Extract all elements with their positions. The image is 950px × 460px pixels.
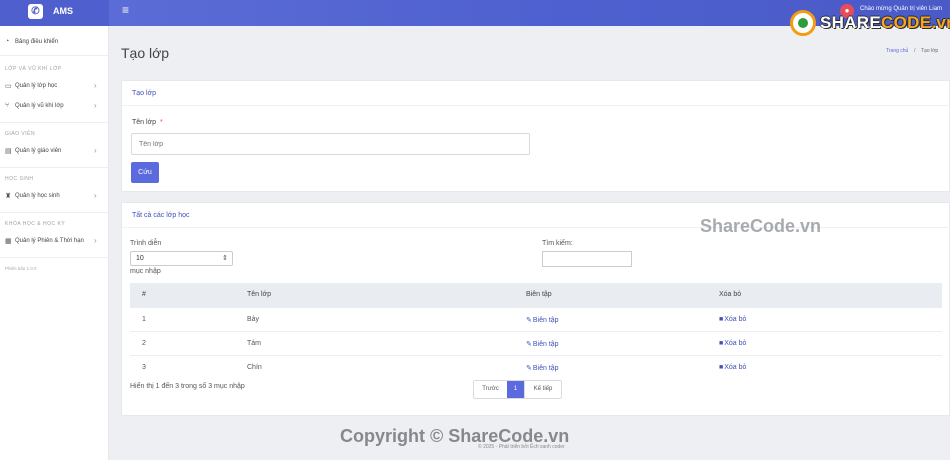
sidebar-item-label: Quản lý vũ khí lớp: [15, 103, 64, 109]
delete-link[interactable]: ■Xóa bỏ: [719, 364, 746, 371]
sidebar-item-label: Bảng điều khiển: [15, 39, 59, 45]
branch-icon: ⑂: [5, 102, 10, 109]
column-header[interactable]: Xóa bỏ: [719, 291, 741, 298]
search-label: Tìm kiếm:: [542, 240, 573, 247]
pagination-prev-button[interactable]: Trước: [474, 381, 507, 398]
edit-icon: ✎: [526, 365, 532, 372]
hamburger-icon[interactable]: ≡: [122, 3, 129, 17]
chevron-right-icon: ›: [94, 101, 97, 110]
chevron-right-icon: ›: [94, 191, 97, 200]
sidebar-item-class-arms[interactable]: ⑂ Quản lý vũ khí lớp ›: [0, 98, 109, 116]
sidebar-item-label: Quản lý giáo viên: [15, 148, 62, 154]
chevron-right-icon: ›: [94, 236, 97, 245]
row-number: 1: [142, 316, 146, 323]
calendar-icon: ▦: [5, 238, 12, 245]
breadcrumb-current: Tạo lớp: [921, 48, 939, 54]
sharecode-watermark-logo: SHARECODE.vn: [790, 8, 950, 38]
search-input[interactable]: [542, 251, 632, 267]
sidebar-item-sessions[interactable]: ▦ Quản lý Phiên & Thời hạn ›: [0, 233, 109, 251]
class-name-input[interactable]: [131, 133, 530, 155]
app-name: AMS: [53, 6, 73, 16]
sidebar-item-label: Quản lý Phiên & Thời hạn: [15, 238, 84, 244]
breadcrumb-separator: /: [914, 48, 916, 54]
class-list-card: Tất cả các lớp học Trình diễn 10 ⇕ mục n…: [121, 202, 950, 416]
phone-icon: ✆: [28, 4, 43, 19]
sidebar-divider: [0, 167, 109, 168]
card-divider: [122, 227, 950, 228]
table-info: Hiển thị 1 đến 3 trong số 3 mục nhập: [130, 383, 245, 390]
column-header[interactable]: #: [142, 291, 146, 298]
table-row: 3 Chín ✎Biên tập ■Xóa bỏ: [130, 356, 942, 380]
sidebar-item-students[interactable]: ♜ Quản lý học sinh ›: [0, 188, 109, 206]
edit-link[interactable]: ✎Biên tập: [526, 316, 559, 324]
sidebar-item-label: Quản lý lớp học: [15, 83, 58, 89]
trash-icon: ■: [719, 316, 724, 323]
trash-icon: ■: [719, 364, 724, 371]
pagination-next-button[interactable]: Kế tiếp: [524, 381, 561, 398]
sidebar-section-title: HỌC SINH: [5, 176, 34, 182]
save-button[interactable]: Cứu: [131, 162, 159, 183]
delete-link[interactable]: ■Xóa bỏ: [719, 340, 746, 347]
sidebar-divider: [0, 212, 109, 213]
card-title: Tạo lớp: [132, 90, 157, 97]
table-row: 1 Bảy ✎Biên tập ■Xóa bỏ: [130, 308, 942, 332]
chalkboard-teacher-icon: ▤: [5, 148, 12, 155]
required-mark: *: [160, 119, 163, 126]
delete-link[interactable]: ■Xóa bỏ: [719, 316, 746, 323]
sharecode-logo-text: SHARECODE.vn: [820, 13, 950, 32]
chevron-right-icon: ›: [94, 81, 97, 90]
watermark-text: ShareCode.vn: [700, 216, 822, 236]
column-header[interactable]: Tên lớp: [247, 291, 271, 298]
class-name-cell: Tám: [247, 340, 261, 347]
sidebar-section-title: KHÓA HỌC & HỌC KỲ: [5, 221, 66, 227]
entries-label: mục nhập: [130, 268, 161, 275]
sidebar: ◔ Bảng điều khiển LỚP VÀ VŨ KHÍ LỚP ▭ Qu…: [0, 26, 109, 460]
row-number: 3: [142, 364, 146, 371]
sidebar-section-title: LỚP VÀ VŨ KHÍ LỚP: [5, 66, 62, 72]
brand[interactable]: ✆ AMS: [0, 0, 109, 26]
column-header[interactable]: Biên tập: [526, 291, 552, 298]
monitor-icon: ▭: [5, 83, 12, 90]
edit-icon: ✎: [526, 341, 532, 348]
breadcrumb-home-link[interactable]: Trang chủ: [886, 48, 908, 54]
show-entries-label: Trình diễn: [130, 240, 162, 247]
pagination-page-button[interactable]: 1: [507, 381, 524, 398]
class-name-cell: Chín: [247, 364, 262, 371]
row-number: 2: [142, 340, 146, 347]
edit-link[interactable]: ✎Biên tập: [526, 340, 559, 348]
sidebar-item-dashboard[interactable]: ◔ Bảng điều khiển: [0, 34, 109, 52]
card-divider: [122, 105, 950, 106]
pagination: Trước 1 Kế tiếp: [473, 380, 562, 399]
sidebar-divider: [0, 122, 109, 123]
page-title: Tạo lớp: [121, 45, 170, 61]
class-name-cell: Bảy: [247, 316, 260, 323]
chevron-right-icon: ›: [94, 146, 97, 155]
sidebar-item-teachers[interactable]: ▤ Quản lý giáo viên ›: [0, 143, 109, 161]
app-version: Phiên bản 1.0.0: [5, 266, 37, 271]
sidebar-item-label: Quản lý học sinh: [15, 193, 60, 199]
card-title: Tất cả các lớp học: [132, 212, 190, 219]
page-size-select[interactable]: 10 ⇕: [130, 251, 233, 266]
table-row: 2 Tám ✎Biên tập ■Xóa bỏ: [130, 332, 942, 356]
sidebar-divider: [0, 257, 109, 258]
sidebar-divider: [0, 55, 109, 56]
class-name-label: Tên lớp *: [132, 119, 163, 126]
page-size-value: 10: [136, 255, 144, 262]
select-arrows-icon: ⇕: [222, 255, 228, 262]
sharecode-logo-icon: [790, 10, 816, 36]
table-header: # Tên lớp Biên tập Xóa bỏ: [130, 283, 942, 308]
sidebar-item-classes[interactable]: ▭ Quản lý lớp học ›: [0, 78, 109, 96]
edit-icon: ✎: [526, 317, 532, 324]
dashboard-icon: ◔: [5, 38, 10, 45]
edit-link[interactable]: ✎Biên tập: [526, 364, 559, 372]
graduation-cap-icon: ♜: [5, 193, 12, 200]
sidebar-section-title: GIÁO VIÊN: [5, 131, 36, 137]
footer-text: © 2025 - Phát triển bởi Ếch xanh coder: [478, 444, 565, 450]
trash-icon: ■: [719, 340, 724, 347]
create-class-card: Tạo lớp Tên lớp* Cứu: [121, 80, 950, 192]
